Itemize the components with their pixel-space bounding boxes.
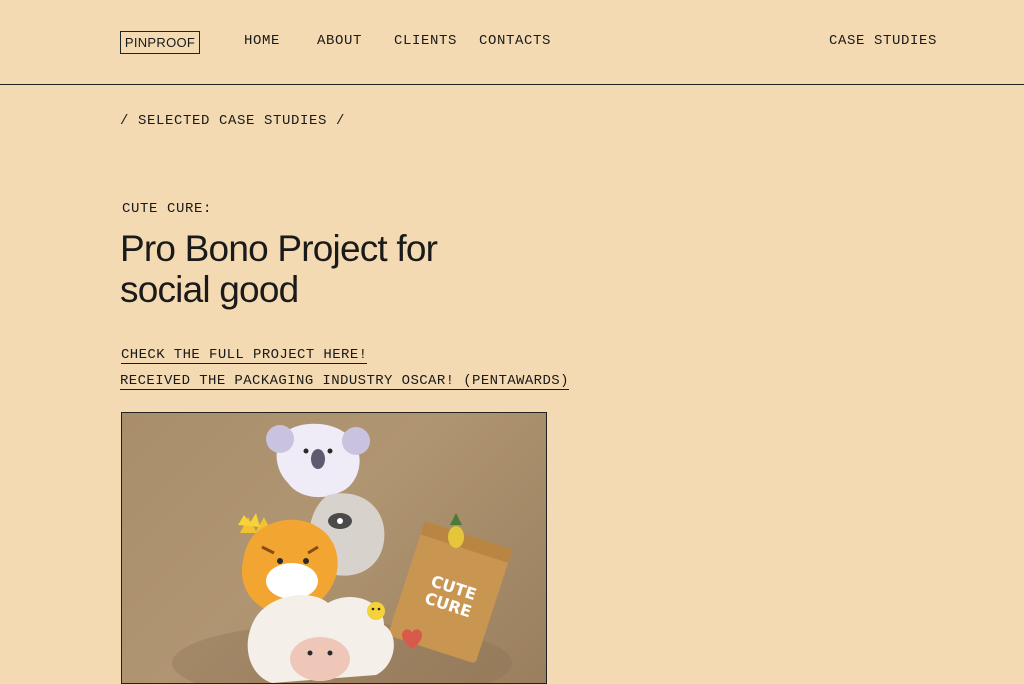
nav-contacts[interactable]: CONTACTS bbox=[479, 33, 551, 49]
breadcrumb: / SELECTED CASE STUDIES / bbox=[120, 113, 346, 129]
nav-home[interactable]: HOME bbox=[244, 33, 280, 49]
nav-about[interactable]: ABOUT bbox=[317, 33, 362, 49]
hero-image: CUTE CURE bbox=[121, 412, 547, 684]
site-header: PINPROOF HOME ABOUT CLIENTS CONTACTS CAS… bbox=[0, 0, 1024, 85]
project-eyebrow: CUTE CURE: bbox=[122, 201, 213, 217]
full-project-link[interactable]: CHECK THE FULL PROJECT HERE! bbox=[121, 347, 368, 364]
nav-clients[interactable]: CLIENTS bbox=[394, 33, 457, 49]
nav-case-studies[interactable]: CASE STUDIES bbox=[829, 33, 937, 49]
smiley-icon bbox=[367, 602, 385, 620]
award-link[interactable]: RECEIVED THE PACKAGING INDUSTRY OSCAR! (… bbox=[120, 373, 569, 390]
koala-icon bbox=[266, 423, 370, 498]
hero-illustration: CUTE CURE bbox=[172, 423, 513, 683]
page-title: Pro Bono Project for social good bbox=[120, 228, 438, 310]
pinproof-logo[interactable]: PINPROOF bbox=[120, 31, 200, 54]
pineapple-icon bbox=[448, 513, 464, 548]
